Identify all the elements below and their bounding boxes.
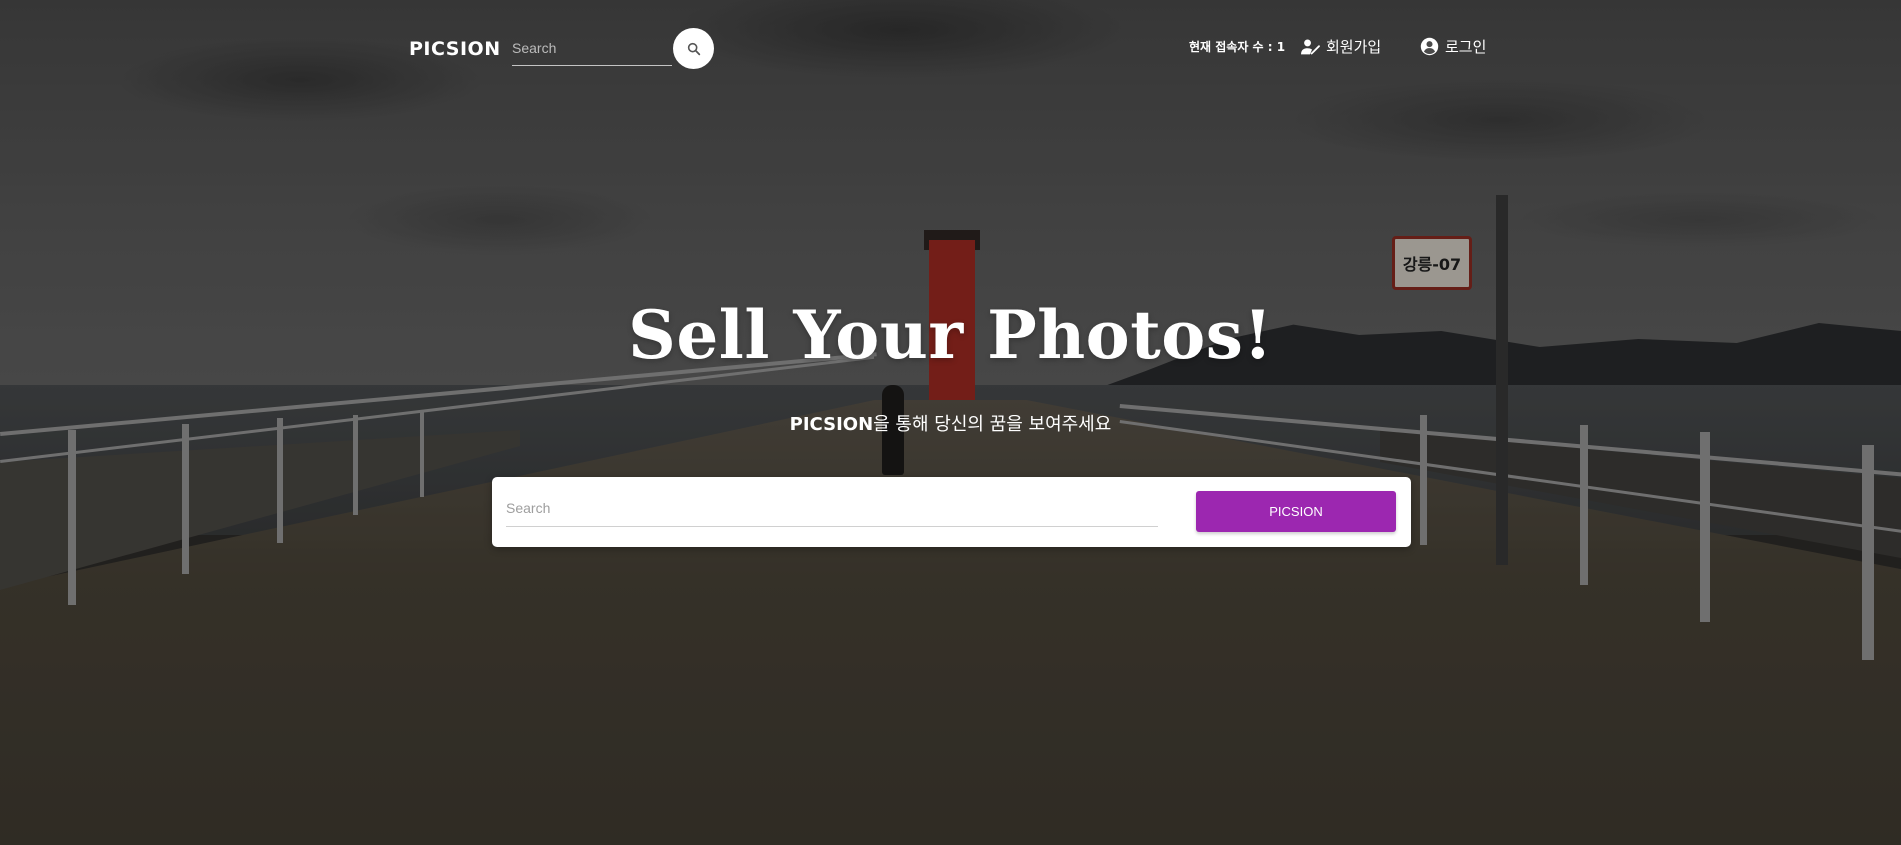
hero-search-button[interactable]: PICSION: [1196, 491, 1396, 532]
hero-search-card: PICSION: [492, 477, 1411, 547]
header-search-button[interactable]: [673, 28, 714, 69]
header-search: [512, 32, 672, 66]
hero-title: Sell Your Photos!: [628, 296, 1273, 374]
hero-subtitle-brand: PICSION: [789, 414, 874, 435]
hero-subtitle: PICSION을 통해 당신의 꿈을 보여주세요: [0, 410, 1901, 436]
site-logo[interactable]: PICSION: [409, 38, 501, 60]
visitor-counter-label: 현재 접속자 수 :: [1189, 40, 1277, 54]
visitor-count: 1: [1276, 40, 1286, 54]
search-icon: [687, 42, 700, 55]
signup-link[interactable]: 회원가입: [1300, 36, 1381, 57]
visitor-counter: 현재 접속자 수 : 1: [1189, 38, 1285, 55]
header-search-input[interactable]: [512, 32, 672, 64]
hero-search-input[interactable]: [506, 491, 1158, 525]
account-circle-icon: [1420, 37, 1439, 56]
signup-label: 회원가입: [1326, 38, 1382, 56]
login-link[interactable]: 로그인: [1420, 36, 1486, 57]
person-add-icon: [1301, 38, 1320, 54]
hero-search-field: [506, 491, 1158, 527]
top-navbar: PICSION 현재 접속자 수 : 1 회원가입 로그인: [0, 0, 1901, 96]
login-label: 로그인: [1445, 38, 1487, 56]
hero-subtitle-text: 을 통해 당신의 꿈을 보여주세요: [873, 414, 1112, 435]
